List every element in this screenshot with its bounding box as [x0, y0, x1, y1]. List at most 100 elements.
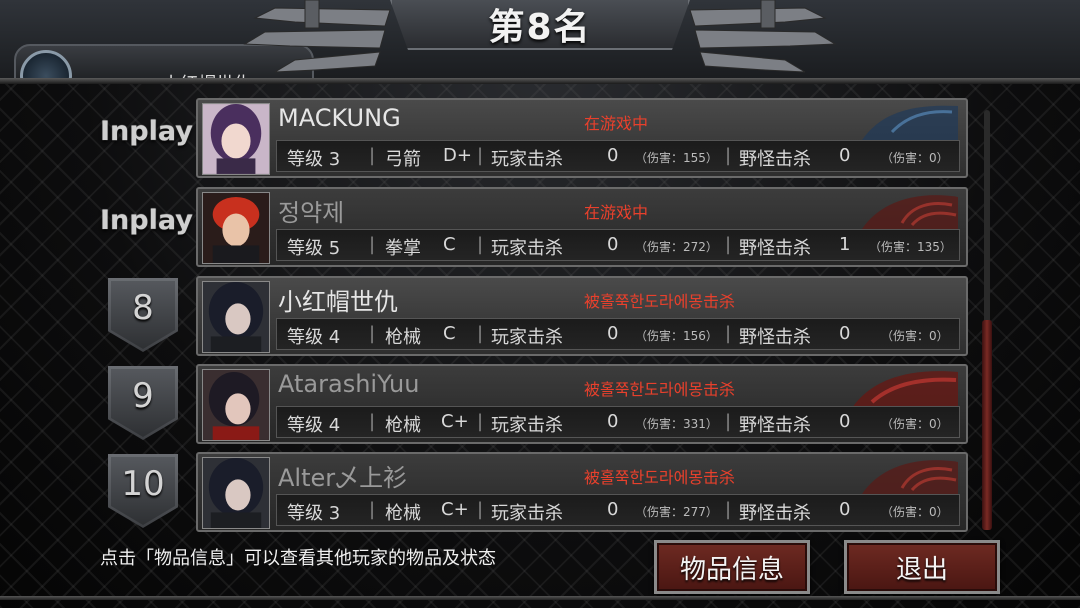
monster-kills-count: 0 [839, 411, 851, 432]
grade-text: D+ [443, 145, 472, 166]
player-kills-count: 0 [607, 234, 619, 255]
monster-kills-damage: （伤害：0） [881, 505, 949, 519]
grade-text: C+ [441, 499, 469, 520]
separator: | [725, 145, 732, 166]
monster-kills-count: 1 [839, 234, 851, 255]
player-status: 被홀쭉한도라에몽击杀 [584, 292, 736, 311]
monster-kills-damage: （伤害：0） [881, 417, 949, 431]
rank-shield-icon: 10 [108, 454, 178, 528]
monster-kills-count: 0 [839, 499, 851, 520]
separator: | [477, 323, 484, 344]
monster-kills-label: 野怪击杀 [739, 503, 811, 524]
separator: | [725, 323, 732, 344]
separator: | [477, 411, 484, 432]
player-kills-label: 玩家击杀 [491, 327, 563, 348]
player-stats-bar: 等级 5 | 拳掌 C | 玩家击杀 0 （伤害：272） | 野怪击杀 1 （… [276, 229, 960, 261]
player-status: 被홀쭉한도라에몽击杀 [584, 468, 736, 487]
result-row[interactable]: 9 AtarashiYuu 被홀쭉한도라에몽击杀 等级 4 | 枪械 C+ | … [0, 364, 1000, 444]
player-stats-bar: 等级 4 | 枪械 C+ | 玩家击杀 0 （伤害：331） | 野怪击杀 0 … [276, 406, 960, 438]
player-kills-count: 0 [607, 499, 619, 520]
player-name: 정약제 [278, 199, 345, 227]
blue-wolf-emblem-icon [862, 105, 958, 140]
left-gun-wing-icon [243, 0, 391, 73]
result-row[interactable]: 8 小红帽世仇 被홀쭉한도라에몽击杀 等级 4 | 枪械 C | 玩家击杀 0 … [0, 276, 1000, 356]
separator: | [369, 411, 376, 432]
player-stats-bar: 等级 3 | 弓箭 D+ | 玩家击杀 0 （伤害：155） | 野怪击杀 0 … [276, 140, 960, 172]
player-avatar [202, 281, 270, 353]
player-kills-count: 0 [607, 323, 619, 344]
separator: | [477, 234, 484, 255]
level-text: 等级 4 [287, 327, 341, 348]
weapon-text: 枪械 [385, 415, 421, 436]
separator: | [369, 145, 376, 166]
player-kills-count: 0 [607, 145, 619, 166]
monster-kills-damage: （伤害：135） [869, 240, 952, 254]
player-card[interactable]: 정약제 在游戏中 等级 5 | 拳掌 C | 玩家击杀 0 （伤害：272） |… [196, 187, 968, 267]
player-name: AtarashiYuu [278, 370, 420, 398]
inplay-label: Inplay [100, 116, 193, 147]
result-row[interactable]: Inplay MACKUNG 在游戏中 等级 3 | 弓箭 D+ | 玩家击杀 … [0, 98, 1000, 178]
player-card[interactable]: 小红帽世仇 被홀쭉한도라에몽击杀 等级 4 | 枪械 C | 玩家击杀 0 （伤… [196, 276, 968, 356]
result-row[interactable]: 10 Alter乄上衫 被홀쭉한도라에몽击杀 等级 3 | 枪械 C+ | 玩家… [0, 452, 1000, 532]
player-card[interactable]: MACKUNG 在游戏中 等级 3 | 弓箭 D+ | 玩家击杀 0 （伤害：1… [196, 98, 968, 178]
player-kills-damage: （伤害：331） [635, 417, 718, 431]
player-stats-bar: 等级 3 | 枪械 C+ | 玩家击杀 0 （伤害：277） | 野怪击杀 0 … [276, 494, 960, 526]
player-avatar [202, 192, 270, 264]
result-row[interactable]: Inplay 정약제 在游戏中 等级 5 | 拳掌 C | 玩家击杀 0 （伤害… [0, 187, 1000, 267]
item-info-button[interactable]: 物品信息 [654, 540, 810, 594]
player-avatar [202, 369, 270, 441]
rank-number: 8 [132, 288, 154, 328]
monster-kills-count: 0 [839, 323, 851, 344]
player-status: 被홀쭉한도라에몽击杀 [584, 380, 736, 399]
weapon-text: 枪械 [385, 327, 421, 348]
monster-kills-label: 野怪击杀 [739, 327, 811, 348]
separator: | [369, 323, 376, 344]
hint-text: 点击「物品信息」可以查看其他玩家的物品及状态 [100, 548, 496, 569]
player-avatar [202, 457, 270, 529]
red-phoenix-emblem-icon [862, 460, 958, 494]
player-kills-damage: （伤害：155） [635, 151, 718, 165]
red-phoenix-emblem-icon [862, 195, 958, 229]
weapon-text: 弓箭 [385, 149, 421, 170]
level-text: 等级 4 [287, 415, 341, 436]
player-kills-label: 玩家击杀 [491, 149, 563, 170]
rank-shield-icon: 9 [108, 366, 178, 440]
player-kills-damage: （伤害：277） [635, 505, 718, 519]
player-name: MACKUNG [278, 104, 401, 132]
monster-kills-count: 0 [839, 145, 851, 166]
player-name: Alter乄上衫 [278, 464, 408, 492]
separator: | [725, 411, 732, 432]
red-dragon-emblem-icon [852, 371, 958, 408]
list-scrollbar-thumb[interactable] [982, 320, 992, 530]
inplay-label: Inplay [100, 205, 193, 236]
monster-kills-label: 野怪击杀 [739, 415, 811, 436]
player-kills-damage: （伤害：272） [635, 240, 718, 254]
quit-button[interactable]: 退出 [844, 540, 1000, 594]
grade-text: C [443, 323, 456, 344]
separator: | [369, 499, 376, 520]
weapon-text: 拳掌 [385, 238, 421, 259]
rank-shield-icon: 8 [108, 278, 178, 352]
separator: | [477, 499, 484, 520]
player-kills-label: 玩家击杀 [491, 238, 563, 259]
player-status: 在游戏中 [584, 114, 649, 133]
monster-kills-damage: （伤害：0） [881, 151, 949, 165]
player-card[interactable]: AtarashiYuu 被홀쭉한도라에몽击杀 等级 4 | 枪械 C+ | 玩家… [196, 364, 968, 444]
monster-kills-damage: （伤害：0） [881, 329, 949, 343]
frame-divider [0, 78, 1080, 84]
player-card[interactable]: Alter乄上衫 被홀쭉한도라에몽击杀 等级 3 | 枪械 C+ | 玩家击杀 … [196, 452, 968, 532]
rank-number: 9 [132, 376, 154, 416]
grade-text: C+ [441, 411, 469, 432]
bottom-frame-line [0, 596, 1080, 600]
player-kills-label: 玩家击杀 [491, 415, 563, 436]
level-text: 等级 3 [287, 149, 341, 170]
rank-title-plate: 第8名 [390, 0, 690, 50]
weapon-text: 枪械 [385, 503, 421, 524]
monster-kills-label: 野怪击杀 [739, 149, 811, 170]
level-text: 等级 3 [287, 503, 341, 524]
right-gun-wing-icon [689, 0, 837, 73]
player-kills-label: 玩家击杀 [491, 503, 563, 524]
player-kills-count: 0 [607, 411, 619, 432]
separator: | [725, 234, 732, 255]
player-name: 小红帽世仇 [278, 288, 398, 316]
